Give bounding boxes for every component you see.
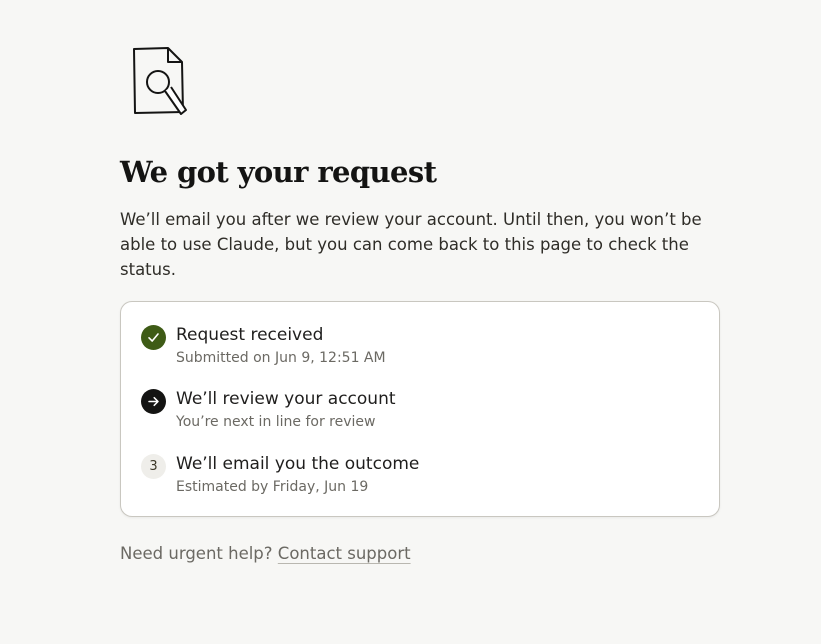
status-description: We’ll email you after we review your acc… <box>120 210 702 279</box>
step-request-received: Request received Submitted on Jun 9, 12:… <box>141 323 681 367</box>
step-title: We’ll email you the outcome <box>176 454 420 474</box>
contact-support-link[interactable]: Contact support <box>278 544 411 563</box>
step-subtitle: Submitted on Jun 9, 12:51 AM <box>176 350 386 366</box>
help-text: Need urgent help? <box>120 544 273 563</box>
step-subtitle: Estimated by Friday, Jun 19 <box>176 479 369 495</box>
progress-steps-card: Request received Submitted on Jun 9, 12:… <box>120 301 720 517</box>
review-status-page: We got your request We’ll email you afte… <box>0 0 821 644</box>
help-footer: Need urgent help? Contact support <box>120 541 411 566</box>
step-email-outcome: 3 We’ll email you the outcome Estimated … <box>141 452 681 496</box>
arrow-right-icon <box>141 389 166 414</box>
step-title: Request received <box>176 325 324 345</box>
document-magnifier-icon <box>128 44 192 124</box>
step-review-account: We’ll review your account You’re next in… <box>141 387 681 431</box>
step-number-badge: 3 <box>141 454 166 479</box>
step-title: We’ll review your account <box>176 389 396 409</box>
page-title: We got your request <box>120 155 437 189</box>
step-subtitle: You’re next in line for review <box>176 414 376 430</box>
check-icon <box>141 325 166 350</box>
